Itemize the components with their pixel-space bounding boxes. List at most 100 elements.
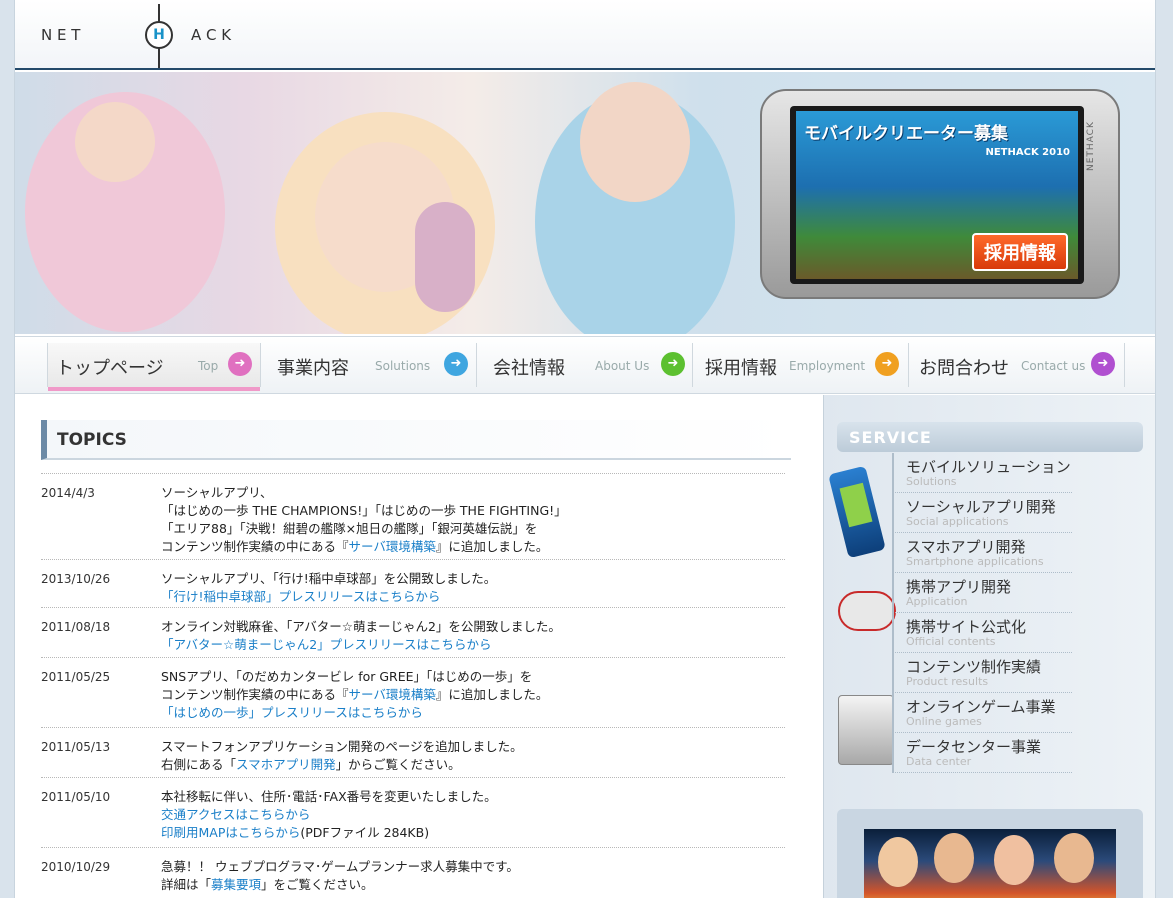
nav-item-contact[interactable]: お問合わせ Contact us ➜	[909, 343, 1125, 387]
topic-text: コンテンツ制作実績の中にある『サーバ環境構築』に追加しました。	[161, 686, 548, 704]
character-face	[1054, 833, 1094, 883]
nav-label-en: Employment	[789, 359, 866, 373]
topic-body: 急募！！ ウェブプログラマ･ゲームプランナー求人募集中です。 詳細は「募集要項」…	[161, 858, 519, 894]
service-label: オンラインゲーム事業	[906, 698, 1056, 716]
topics-header: TOPICS	[41, 420, 791, 460]
service-label: 携帯サイト公式化	[906, 618, 1027, 636]
topic-text: SNSアプリ、「のだめカンタービレ for GREE」「はじめの一歩」を	[161, 669, 533, 684]
server-env-link[interactable]: サーバ環境構築	[349, 687, 436, 702]
topic-text: 「はじめの一歩 THE CHAMPIONS!」「はじめの一歩 THE FIGHT…	[161, 503, 567, 518]
service-item-social-apps[interactable]: ソーシャルアプリ開発 Social applications	[892, 493, 1072, 533]
topic-body: ソーシャルアプリ、 「はじめの一歩 THE CHAMPIONS!」「はじめの一歩…	[161, 484, 567, 556]
banner-subtitle: NETHACK 2010	[985, 147, 1070, 158]
arrow-right-icon: ➜	[228, 352, 252, 376]
recruit-info-button[interactable]: 採用情報	[972, 233, 1068, 271]
press-release-link[interactable]: 「はじめの一歩」プレスリリースはこちらから	[161, 705, 423, 720]
topic-item: 2013/10/26 ソーシャルアプリ、「行け!稲中卓球部」を公開致しました。 …	[41, 559, 785, 607]
topic-text: 印刷用MAPはこちらから(PDFファイル 284KB)	[161, 824, 497, 842]
hero-child-left-face	[75, 102, 155, 182]
recruit-phone-banner[interactable]: モバイルクリエーター募集 NETHACK 2010 採用情報 NETHACK	[760, 89, 1120, 299]
smartphone-app-link[interactable]: スマホアプリ開発	[236, 757, 336, 772]
server-env-link[interactable]: サーバ環境構築	[349, 539, 436, 554]
topic-body: SNSアプリ、「のだめカンタービレ for GREE」「はじめの一歩」を コンテ…	[161, 668, 548, 722]
topic-body: ソーシャルアプリ、「行け!稲中卓球部」を公開致しました。 「行け!稲中卓球部」プ…	[161, 570, 496, 606]
phone-screen: モバイルクリエーター募集 NETHACK 2010 採用情報	[790, 106, 1084, 284]
topic-item: 2011/05/25 SNSアプリ、「のだめカンタービレ for GREE」「は…	[41, 657, 785, 727]
character-face	[878, 837, 918, 887]
press-release-link[interactable]: 「アバター☆萌まーじゃん2」プレスリリースはこちらから	[161, 637, 492, 652]
hajime-no-ippo-banner[interactable]	[864, 829, 1116, 898]
service-label: モバイルソリューション	[906, 458, 1071, 476]
service-label-en: Social applications	[906, 515, 1009, 528]
service-label-en: Solutions	[906, 475, 957, 488]
service-label-en: Data center	[906, 755, 972, 768]
promo-box	[837, 809, 1143, 898]
topic-text: 急募！！ ウェブプログラマ･ゲームプランナー求人募集中です。	[161, 859, 519, 874]
nav-active-indicator	[48, 387, 260, 391]
character-face	[994, 835, 1034, 885]
topic-body: スマートフォンアプリケーション開発のページを追加しました。 右側にある「スマホア…	[161, 738, 523, 774]
topic-text-part: コンテンツ制作実績の中にある『	[161, 539, 349, 554]
service-label-en: Online games	[906, 715, 982, 728]
topic-item: 2014/4/3 ソーシャルアプリ、 「はじめの一歩 THE CHAMPIONS…	[41, 473, 785, 559]
arrow-right-icon: ➜	[661, 352, 685, 376]
main-content: TOPICS 2014/4/3 ソーシャルアプリ、 「はじめの一歩 THE CH…	[15, 395, 821, 898]
topic-text: 右側にある「スマホアプリ開発」からご覧ください。	[161, 756, 523, 774]
service-header: SERVICE	[837, 422, 1143, 452]
service-label: データセンター事業	[906, 738, 1042, 756]
logo-h-circle: H	[145, 21, 173, 49]
print-map-link[interactable]: 印刷用MAPはこちらから	[161, 825, 300, 840]
topic-text: オンライン対戦麻雀、「アバター☆萌まーじゃん2」を公開致しました。	[161, 619, 561, 634]
topic-text: ソーシャルアプリ、	[161, 485, 273, 500]
nav-label-en: Top	[198, 359, 219, 373]
nav-item-top[interactable]: トップページ Top ➜	[47, 343, 261, 391]
topic-date: 2011/05/13	[41, 740, 111, 754]
topic-text: 本社移転に伴い、住所･電話･FAX番号を変更いたしました。	[161, 789, 497, 804]
topic-text-part: 詳細は「	[161, 877, 212, 892]
topic-date: 2013/10/26	[41, 572, 111, 586]
service-item-product-results[interactable]: コンテンツ制作実績 Product results	[892, 653, 1072, 693]
phone-brand: NETHACK	[1086, 121, 1096, 171]
nav-item-solutions[interactable]: 事業内容 Solutions ➜	[261, 343, 477, 387]
service-item-mobile-apps[interactable]: 携帯アプリ開発 Application	[892, 573, 1072, 613]
phone-handset-icon	[415, 202, 475, 312]
game-controller-icon	[838, 591, 896, 631]
topic-text: 「エリア88」「決戦！紺碧の艦隊×旭日の艦隊」「銀河英雄伝説」を	[161, 521, 538, 536]
service-item-official-contents[interactable]: 携帯サイト公式化 Official contents	[892, 613, 1072, 653]
service-item-data-center[interactable]: データセンター事業 Data center	[892, 733, 1072, 773]
hero-banner: モバイルクリエーター募集 NETHACK 2010 採用情報 NETHACK	[15, 72, 1155, 334]
service-label-en: Product results	[906, 675, 989, 688]
arrow-right-icon: ➜	[444, 352, 468, 376]
logo-text-right: A C K	[191, 26, 232, 44]
service-title: SERVICE	[849, 428, 932, 447]
topic-item: 2011/05/13 スマートフォンアプリケーション開発のページを追加しました。…	[41, 727, 785, 777]
hero-child-right-face	[580, 82, 690, 202]
topic-text-part: 」からご覧ください。	[335, 757, 461, 772]
topic-date: 2010/10/29	[41, 860, 111, 874]
topic-text-part: 』に追加しました。	[435, 687, 549, 702]
topic-text-part: コンテンツ制作実績の中にある『	[161, 687, 349, 702]
topic-text: 詳細は「募集要項」をご覧ください。	[161, 876, 519, 894]
service-item-online-games[interactable]: オンラインゲーム事業 Online games	[892, 693, 1072, 733]
arrow-right-icon: ➜	[1091, 352, 1115, 376]
recruit-guidelines-link[interactable]: 募集要項	[211, 877, 261, 892]
access-link[interactable]: 交通アクセスはこちらから	[161, 806, 497, 824]
topic-date: 2011/05/10	[41, 790, 111, 804]
service-item-smartphone-apps[interactable]: スマホアプリ開発 Smartphone applications	[892, 533, 1072, 573]
header: N E T H A C K	[15, 0, 1155, 70]
arrow-right-icon: ➜	[875, 352, 899, 376]
page: N E T H A C K モバイルクリエーター募集 NETHACK 2010 …	[14, 0, 1156, 898]
service-label-en: Application	[906, 595, 968, 608]
nav-item-employment[interactable]: 採用情報 Employment ➜	[693, 343, 909, 387]
nethack-logo[interactable]: N E T H A C K	[41, 4, 301, 68]
nav-label-en: About Us	[595, 359, 650, 373]
service-label: 携帯アプリ開発	[906, 578, 1012, 596]
service-item-mobile-solutions[interactable]: モバイルソリューション Solutions	[892, 453, 1072, 493]
service-label: スマホアプリ開発	[906, 538, 1026, 556]
character-face	[934, 833, 974, 883]
press-release-link[interactable]: 「行け!稲中卓球部」プレスリリースはこちらから	[161, 589, 440, 604]
nav-item-about[interactable]: 会社情報 About Us ➜	[477, 343, 693, 387]
topic-item: 2010/10/29 急募！！ ウェブプログラマ･ゲームプランナー求人募集中です…	[41, 847, 785, 898]
pdf-size-note: (PDFファイル 284KB)	[300, 825, 430, 840]
topic-date: 2011/08/18	[41, 620, 111, 634]
